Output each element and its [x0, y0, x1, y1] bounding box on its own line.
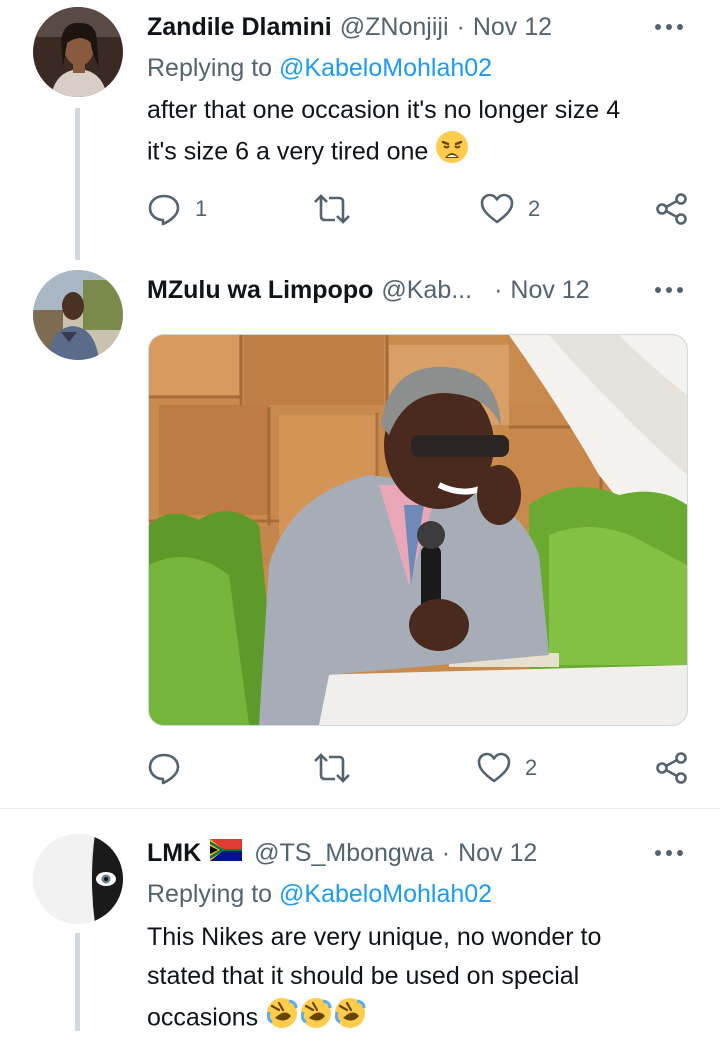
avatar-zandile-image [33, 7, 123, 97]
avatar-mzulu-image [33, 270, 123, 360]
reply-button[interactable] [147, 748, 181, 788]
separator-dot: · [441, 838, 451, 867]
reply-button[interactable]: 1 [147, 189, 207, 229]
tweet-text: after that one occasion it's no longer s… [147, 91, 690, 176]
share-icon [656, 752, 687, 784]
replying-to-link[interactable]: @KabeloMohlah02 [279, 880, 492, 908]
reply-icon [148, 194, 180, 226]
media-photo [149, 335, 687, 725]
tweet-header: MZulu wa Limpopo @Kab... · Nov 12 [147, 272, 630, 308]
retweet-button[interactable] [313, 189, 351, 229]
replying-prefix: Replying to [147, 880, 273, 908]
heart-icon [477, 752, 511, 783]
tweet-text-line: This Nikes are very unique, no wonder to [147, 923, 602, 951]
like-button[interactable]: 2 [480, 189, 540, 229]
tweet-text-line: it's size 6 a very tired one [147, 130, 690, 176]
more-icon[interactable] [654, 838, 684, 868]
tweet-date[interactable]: Nov 12 [510, 276, 589, 305]
more-icon[interactable] [654, 275, 684, 305]
avatar[interactable] [33, 270, 123, 360]
share-icon [656, 193, 687, 225]
tweet-text-line: stated that it should be used on special [147, 962, 580, 990]
replying-prefix: Replying to [147, 54, 273, 82]
tweet-actions: 1 2 [147, 189, 690, 229]
like-button[interactable]: 2 [477, 748, 537, 788]
tweet-header: Zandile Dlamini @ZNonjiji · Nov 12 [147, 9, 630, 45]
display-name[interactable]: LMK [147, 839, 201, 868]
thread-line [75, 108, 80, 260]
south-africa-flag-icon [210, 838, 243, 868]
weary-face-emoji-icon [435, 130, 469, 176]
display-name[interactable]: Zandile Dlamini [147, 13, 332, 42]
share-button[interactable] [655, 189, 689, 229]
tweet-text-line: after that one occasion it's no longer s… [147, 96, 621, 124]
tweet-text-line: occasions [147, 996, 690, 1042]
tweet-lmk[interactable]: LMK @TS_Mbongwa · Nov 12 Replying to @Ka… [0, 809, 720, 1032]
tweet-header: LMK @TS_Mbongwa · Nov 12 [147, 835, 630, 871]
reply-icon [148, 753, 180, 785]
rolling-laughing-emoji-icon [265, 996, 367, 1042]
tweet-date[interactable]: Nov 12 [458, 839, 537, 868]
replying-to: Replying to @KabeloMohlah02 [147, 54, 492, 83]
user-handle[interactable]: @TS_Mbongwa [254, 839, 434, 868]
retweet-icon [314, 753, 350, 783]
replying-to: Replying to @KabeloMohlah02 [147, 880, 492, 909]
replying-to-link[interactable]: @KabeloMohlah02 [279, 54, 492, 82]
like-count: 2 [525, 755, 538, 780]
retweet-button[interactable] [313, 748, 351, 788]
reply-count: 1 [195, 196, 208, 221]
tweet-text-line-content: it's size 6 a very tired one [147, 137, 429, 166]
tweet-text: This Nikes are very unique, no wonder to… [147, 918, 690, 1042]
avatar-lmk-image [33, 834, 123, 924]
tweet-media-image[interactable] [148, 334, 688, 726]
like-count: 2 [528, 196, 541, 221]
separator-dot: · [456, 12, 465, 41]
user-handle[interactable]: @Kab... [381, 276, 472, 305]
tweet-date[interactable]: Nov 12 [473, 13, 552, 42]
heart-icon [480, 193, 514, 224]
avatar[interactable] [33, 7, 123, 97]
avatar[interactable] [33, 834, 123, 924]
retweet-icon [314, 194, 350, 224]
tweet-actions: 2 [147, 748, 690, 788]
thread-line [75, 933, 80, 1031]
separator-dot: · [494, 275, 503, 304]
user-handle[interactable]: @ZNonjiji [340, 13, 449, 42]
share-button[interactable] [655, 748, 689, 788]
display-name[interactable]: MZulu wa Limpopo [147, 276, 373, 305]
more-icon[interactable] [654, 12, 684, 42]
tweet-zandile[interactable]: Zandile Dlamini @ZNonjiji · Nov 12 Reply… [0, 0, 720, 262]
tweet-text-line-content: occasions [147, 1003, 259, 1032]
